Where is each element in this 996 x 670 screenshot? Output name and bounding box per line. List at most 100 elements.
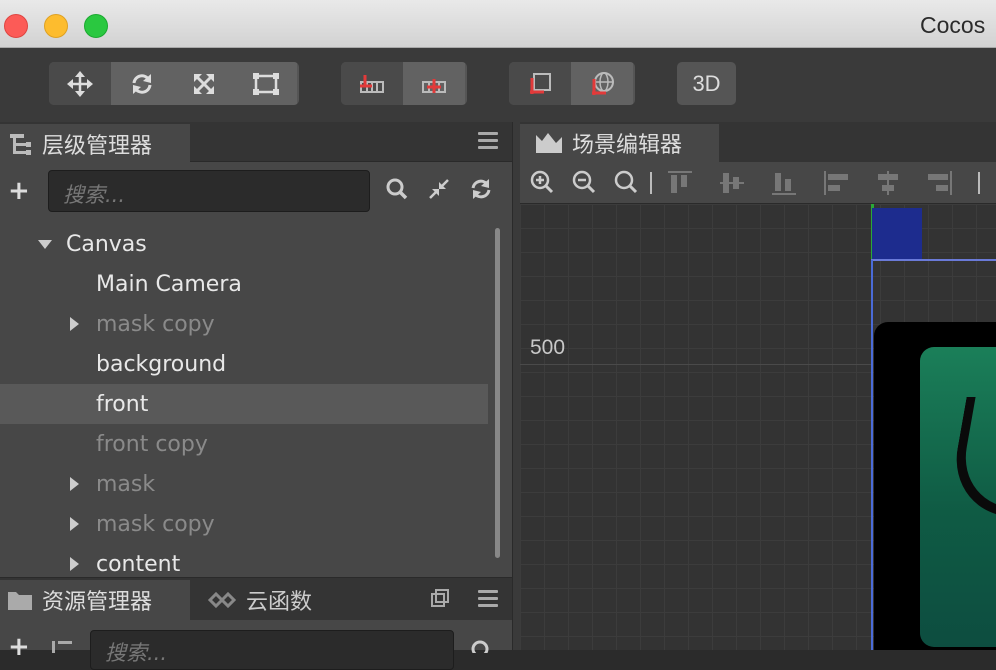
move-tool-button[interactable] bbox=[49, 62, 111, 105]
tree-node-label: Main Camera bbox=[96, 271, 242, 297]
tab-cloud-functions[interactable]: 云函数 bbox=[200, 580, 330, 620]
align-right-icon[interactable] bbox=[926, 170, 954, 200]
scene-toolbar bbox=[520, 162, 996, 204]
zoom-reset-icon[interactable] bbox=[614, 170, 638, 198]
search-icon[interactable] bbox=[386, 178, 408, 204]
cloud-function-icon bbox=[206, 590, 238, 610]
grid-major-line bbox=[520, 364, 872, 365]
tree-node-label: mask copy bbox=[96, 311, 215, 337]
scale-icon bbox=[194, 73, 214, 94]
collapse-caret-icon[interactable] bbox=[70, 517, 79, 531]
collapse-caret-icon[interactable] bbox=[70, 317, 79, 331]
window-title: Cocos bbox=[920, 12, 986, 38]
maximize-window-button[interactable] bbox=[84, 14, 108, 38]
tree-node[interactable]: front copy bbox=[0, 424, 488, 464]
collapse-caret-icon[interactable] bbox=[70, 557, 79, 571]
tree-node-label: mask bbox=[96, 471, 156, 497]
pivot-icon bbox=[360, 74, 384, 93]
align-horizontal-center-icon[interactable] bbox=[874, 170, 902, 200]
align-bottom-icon[interactable] bbox=[770, 170, 798, 200]
rect-transform-icon bbox=[253, 72, 279, 95]
assets-search-icon[interactable] bbox=[470, 638, 492, 658]
hierarchy-tab-label: 层级管理器 bbox=[42, 133, 153, 159]
scene-tab-bar: 场景编辑器 bbox=[520, 122, 996, 162]
grid-coordinate-label: 500 bbox=[530, 336, 566, 359]
expand-caret-icon[interactable] bbox=[38, 240, 52, 249]
align-vertical-center-icon[interactable] bbox=[718, 170, 746, 200]
world-coordinate-button[interactable] bbox=[571, 62, 633, 105]
rotate-icon bbox=[132, 73, 152, 94]
align-left-icon[interactable] bbox=[822, 170, 850, 200]
assets-menu-button[interactable] bbox=[478, 590, 498, 611]
hierarchy-search-row: + 搜索... bbox=[0, 162, 512, 222]
tab-scene-editor[interactable]: 场景编辑器 bbox=[520, 124, 719, 162]
rect-tool-button[interactable] bbox=[235, 62, 297, 105]
tree-node[interactable]: Main Camera bbox=[0, 264, 488, 304]
popout-icon[interactable] bbox=[430, 588, 450, 612]
tree-node[interactable]: mask copy bbox=[0, 304, 488, 344]
tree-node-label: front bbox=[96, 391, 149, 417]
hierarchy-scrollbar[interactable] bbox=[495, 228, 500, 558]
close-window-button[interactable] bbox=[4, 14, 28, 38]
assets-search-input[interactable]: 搜索... bbox=[90, 630, 454, 670]
panel-divider[interactable] bbox=[512, 122, 520, 650]
tree-node[interactable]: content bbox=[0, 544, 488, 574]
toggle-3d-button[interactable]: 3D bbox=[677, 62, 736, 105]
collapse-caret-icon[interactable] bbox=[70, 477, 79, 491]
title-bar: Cocos bbox=[0, 0, 996, 48]
hierarchy-tab-bar: 层级管理器 bbox=[0, 122, 512, 163]
scale-tool-button[interactable] bbox=[173, 62, 235, 105]
tree-node[interactable]: mask copy bbox=[0, 504, 488, 544]
collapse-all-icon[interactable] bbox=[428, 178, 450, 204]
folder-icon bbox=[6, 588, 34, 612]
globe-icon bbox=[592, 71, 614, 95]
assets-tab-label: 资源管理器 bbox=[42, 590, 153, 615]
scene-viewport[interactable]: 500 bbox=[520, 204, 996, 650]
coordinate-tool-group bbox=[509, 62, 635, 105]
tree-node-label: Canvas bbox=[66, 231, 147, 257]
toolbar-separator bbox=[650, 172, 652, 194]
tree-node-label: front copy bbox=[96, 431, 208, 457]
assets-panel: 资源管理器 云函数 + 搜索... bbox=[0, 577, 512, 670]
zoom-out-icon[interactable] bbox=[572, 170, 596, 198]
refresh-icon[interactable] bbox=[470, 178, 492, 204]
hierarchy-icon bbox=[8, 131, 34, 157]
scene-icon bbox=[534, 131, 564, 155]
hierarchy-menu-button[interactable] bbox=[478, 132, 498, 153]
center-mode-button[interactable] bbox=[403, 62, 465, 105]
tree-node[interactable]: background bbox=[0, 344, 488, 384]
rotate-tool-button[interactable] bbox=[111, 62, 173, 105]
center-pivot-icon bbox=[422, 78, 446, 93]
zoom-in-icon[interactable] bbox=[530, 170, 554, 198]
move-icon bbox=[67, 70, 93, 97]
sort-icon[interactable] bbox=[52, 638, 74, 657]
add-node-button[interactable]: + bbox=[8, 178, 30, 204]
tree-node-selected[interactable]: front bbox=[0, 384, 488, 424]
tree-node-label: mask copy bbox=[96, 511, 215, 537]
add-asset-button[interactable]: + bbox=[8, 634, 30, 660]
tree-node-label: content bbox=[96, 551, 181, 575]
main-toolbar: 3D bbox=[0, 48, 996, 122]
align-top-icon[interactable] bbox=[666, 170, 694, 200]
minimize-window-button[interactable] bbox=[44, 14, 68, 38]
cloud-function-tab-label: 云函数 bbox=[246, 590, 313, 615]
tab-hierarchy[interactable]: 层级管理器 bbox=[0, 124, 190, 163]
canvas-outline-left bbox=[871, 260, 873, 650]
tab-assets[interactable]: 资源管理器 bbox=[0, 580, 190, 620]
toolbar-separator bbox=[978, 172, 980, 194]
hierarchy-search-input[interactable]: 搜索... bbox=[48, 170, 370, 212]
pivot-mode-button[interactable] bbox=[341, 62, 403, 105]
selected-node-gizmo[interactable] bbox=[872, 208, 922, 259]
scene-sprite-image[interactable] bbox=[920, 347, 996, 647]
canvas-outline-top bbox=[871, 259, 996, 261]
assets-tab-bar: 资源管理器 云函数 bbox=[0, 578, 512, 620]
hierarchy-tree: Canvas Main Camera mask copy background … bbox=[0, 224, 512, 574]
local-coordinate-button[interactable] bbox=[509, 62, 571, 105]
tree-node-label: background bbox=[96, 351, 227, 377]
tree-node[interactable]: mask bbox=[0, 464, 488, 504]
hierarchy-panel: 层级管理器 + 搜索... Canvas Main Camera mask co… bbox=[0, 122, 512, 577]
tree-node-canvas[interactable]: Canvas bbox=[0, 224, 488, 264]
transform-tool-group bbox=[49, 62, 299, 105]
scene-editor-panel: 场景编辑器 500 bbox=[520, 122, 996, 650]
local-coordinate-icon bbox=[530, 72, 551, 94]
